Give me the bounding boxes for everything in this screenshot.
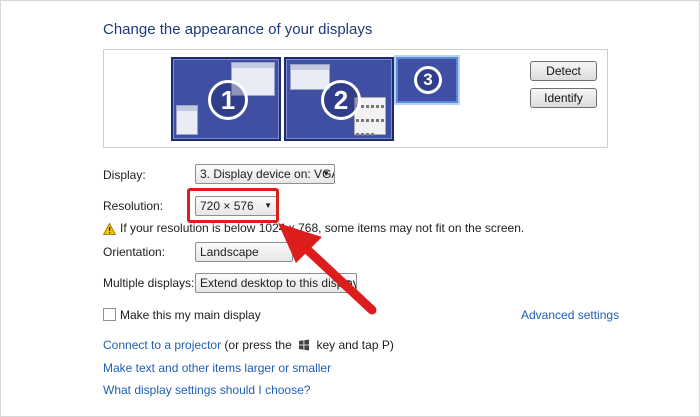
annotation-arrow: [278, 223, 377, 315]
